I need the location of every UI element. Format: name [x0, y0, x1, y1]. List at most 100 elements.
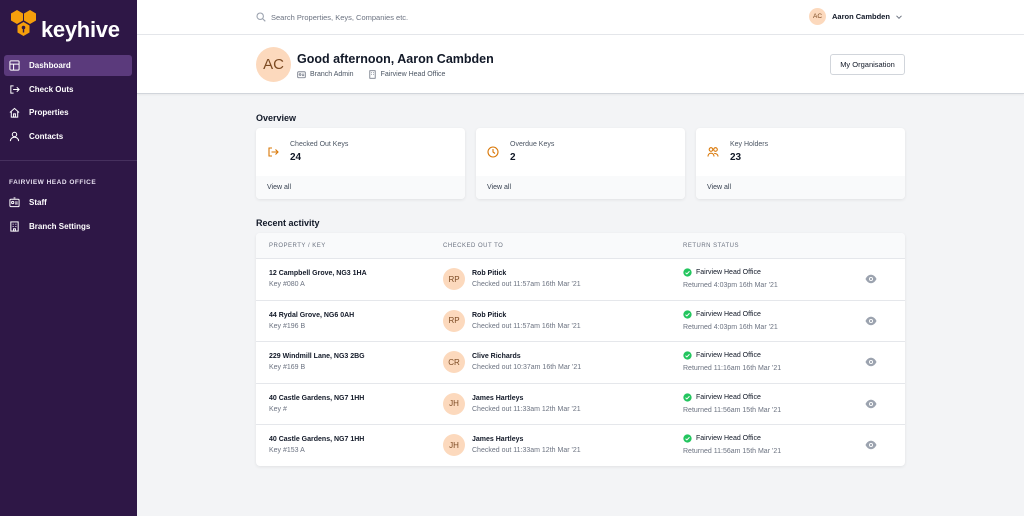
clock-icon	[487, 146, 499, 158]
user-menu[interactable]: AC Aaron Cambden	[809, 8, 903, 25]
return-location: Fairview Head Office	[696, 269, 761, 276]
eye-icon[interactable]	[865, 357, 877, 367]
profile-avatar: AC	[256, 47, 291, 82]
holder-avatar: RP	[443, 268, 465, 290]
view-all-link[interactable]: View all	[476, 176, 685, 199]
branch-nav: Staff Branch Settings	[4, 192, 132, 239]
keyhive-logo[interactable]: keyhive	[9, 9, 120, 43]
checked-out-time: Checked out 11:33am 12th Mar '21	[472, 405, 581, 413]
key-number: Key #153 A	[269, 447, 305, 454]
key-holders-icon	[707, 147, 719, 157]
column-header-property: PROPERTY / KEY	[269, 243, 326, 249]
holder-name: Clive Richards	[472, 353, 521, 360]
contacts-icon	[9, 131, 20, 141]
key-number: Key #	[269, 405, 287, 413]
eye-icon[interactable]	[865, 440, 877, 450]
stat-label: Overdue Keys	[510, 141, 555, 148]
recent-activity-table: PROPERTY / KEY CHECKED OUT TO RETURN STA…	[256, 233, 905, 466]
eye-icon[interactable]	[865, 274, 877, 284]
hive-logo-icon	[11, 10, 36, 36]
eye-icon[interactable]	[865, 316, 877, 326]
return-status: Fairview Head Office	[683, 268, 761, 277]
return-status: Fairview Head Office	[683, 351, 761, 360]
property-address: 44 Rydal Grove, NG6 0AH	[269, 311, 355, 319]
returned-time: Returned 4:03pm 16th Mar '21	[683, 323, 778, 331]
table-row[interactable]: 40 Castle Gardens, NG7 1HH Key #153 A JH…	[256, 425, 905, 466]
sidebar-section-title: FAIRVIEW HEAD OFFICE	[9, 179, 97, 186]
recent-activity-title: Recent activity	[256, 218, 320, 228]
sidebar-item-staff[interactable]: Staff	[4, 192, 132, 213]
sidebar-item-label: Dashboard	[29, 61, 71, 70]
brand-name: keyhive	[41, 17, 120, 42]
user-role: Branch Admin	[310, 71, 354, 78]
stat-value: 24	[290, 152, 302, 163]
returned-time: Returned 11:16am 16th Mar '21	[683, 365, 782, 372]
holder-name: James Hartleys	[472, 436, 524, 443]
search-input[interactable]	[271, 9, 571, 25]
sidebar-item-dashboard[interactable]: Dashboard	[4, 55, 132, 76]
building-icon	[368, 70, 376, 79]
user-meta: Branch Admin Fairview Head Office	[297, 70, 445, 79]
return-location: Fairview Head Office	[696, 352, 761, 359]
stat-label: Key Holders	[730, 141, 769, 148]
return-location: Fairview Head Office	[696, 435, 761, 442]
sidebar-item-label: Contacts	[29, 131, 64, 141]
sidebar-item-label: Properties	[29, 108, 69, 117]
stat-value: 23	[730, 152, 742, 163]
key-number: Key #080 A	[269, 281, 305, 288]
search-icon	[256, 12, 266, 22]
check-circle-icon	[683, 268, 692, 277]
stat-value: 2	[510, 152, 516, 163]
return-status: Fairview Head Office	[683, 392, 761, 402]
main-nav: Dashboard Check Outs Properties Contacts	[4, 55, 132, 149]
check-circle-icon	[683, 351, 692, 360]
view-all-link[interactable]: View all	[696, 176, 905, 199]
home-icon	[9, 107, 20, 118]
my-organisation-button[interactable]: My Organisation	[830, 54, 905, 75]
table-header: PROPERTY / KEY CHECKED OUT TO RETURN STA…	[256, 233, 905, 259]
view-all-link[interactable]: View all	[256, 176, 465, 199]
checked-out-time: Checked out 11:57am 16th Mar '21	[472, 322, 581, 330]
sidebar-item-contacts[interactable]: Contacts	[4, 126, 132, 147]
stat-label: Checked Out Keys	[290, 141, 349, 148]
table-row[interactable]: 44 Rydal Grove, NG6 0AH Key #196 B RP Ro…	[256, 301, 905, 342]
check-out-icon	[10, 84, 20, 94]
sidebar: keyhive Dashboard Check Outs Properties …	[0, 0, 137, 516]
checked-out-time: Checked out 11:33am 12th Mar '21	[472, 447, 581, 454]
return-location: Fairview Head Office	[696, 310, 761, 318]
sidebar-item-branch-settings[interactable]: Branch Settings	[4, 216, 132, 237]
stat-card-overdue: Overdue Keys 2 View all	[476, 128, 685, 199]
check-circle-icon	[683, 392, 692, 402]
table-row[interactable]: 40 Castle Gardens, NG7 1HH Key # JH Jame…	[256, 384, 905, 425]
holder-name: Rob Pitick	[472, 311, 507, 319]
sidebar-item-properties[interactable]: Properties	[4, 102, 132, 123]
holder-avatar: RP	[443, 309, 465, 332]
return-status: Fairview Head Office	[683, 309, 761, 319]
stat-card-key-holders: Key Holders 23 View all	[696, 128, 905, 199]
checked-out-time: Checked out 10:37am 16th Mar '21	[472, 364, 582, 371]
eye-icon[interactable]	[865, 399, 877, 409]
page-title: Good afternoon, Aaron Cambden	[297, 52, 494, 66]
property-address: 40 Castle Gardens, NG7 1HH	[269, 394, 365, 402]
check-circle-icon	[683, 309, 692, 319]
table-row[interactable]: 12 Campbell Grove, NG3 1HA Key #080 A RP…	[256, 259, 905, 301]
check-circle-icon	[683, 434, 692, 443]
holder-name: Rob Pitick	[472, 270, 507, 277]
table-row[interactable]: 229 Windmill Lane, NG3 2BG Key #169 B CR…	[256, 342, 905, 384]
key-number: Key #169 B	[269, 364, 306, 371]
id-card-icon	[9, 197, 20, 208]
checked-out-time: Checked out 11:57am 16th Mar '21	[472, 281, 581, 288]
sidebar-item-label: Branch Settings	[29, 221, 91, 231]
return-status: Fairview Head Office	[683, 434, 761, 443]
return-location: Fairview Head Office	[696, 393, 761, 401]
welcome-header: AC Good afternoon, Aaron Cambden Branch …	[137, 35, 1024, 94]
chevron-down-icon	[896, 14, 902, 19]
column-header-checked-out-to: CHECKED OUT TO	[443, 243, 504, 249]
property-address: 12 Campbell Grove, NG3 1HA	[269, 270, 367, 277]
returned-time: Returned 4:03pm 16th Mar '21	[683, 282, 778, 289]
holder-name: James Hartleys	[472, 394, 524, 402]
holder-avatar: JH	[443, 392, 465, 415]
sidebar-item-check-outs[interactable]: Check Outs	[4, 79, 132, 100]
user-name: Aaron Cambden	[832, 12, 890, 21]
returned-time: Returned 11:56am 15th Mar '21	[683, 448, 782, 455]
